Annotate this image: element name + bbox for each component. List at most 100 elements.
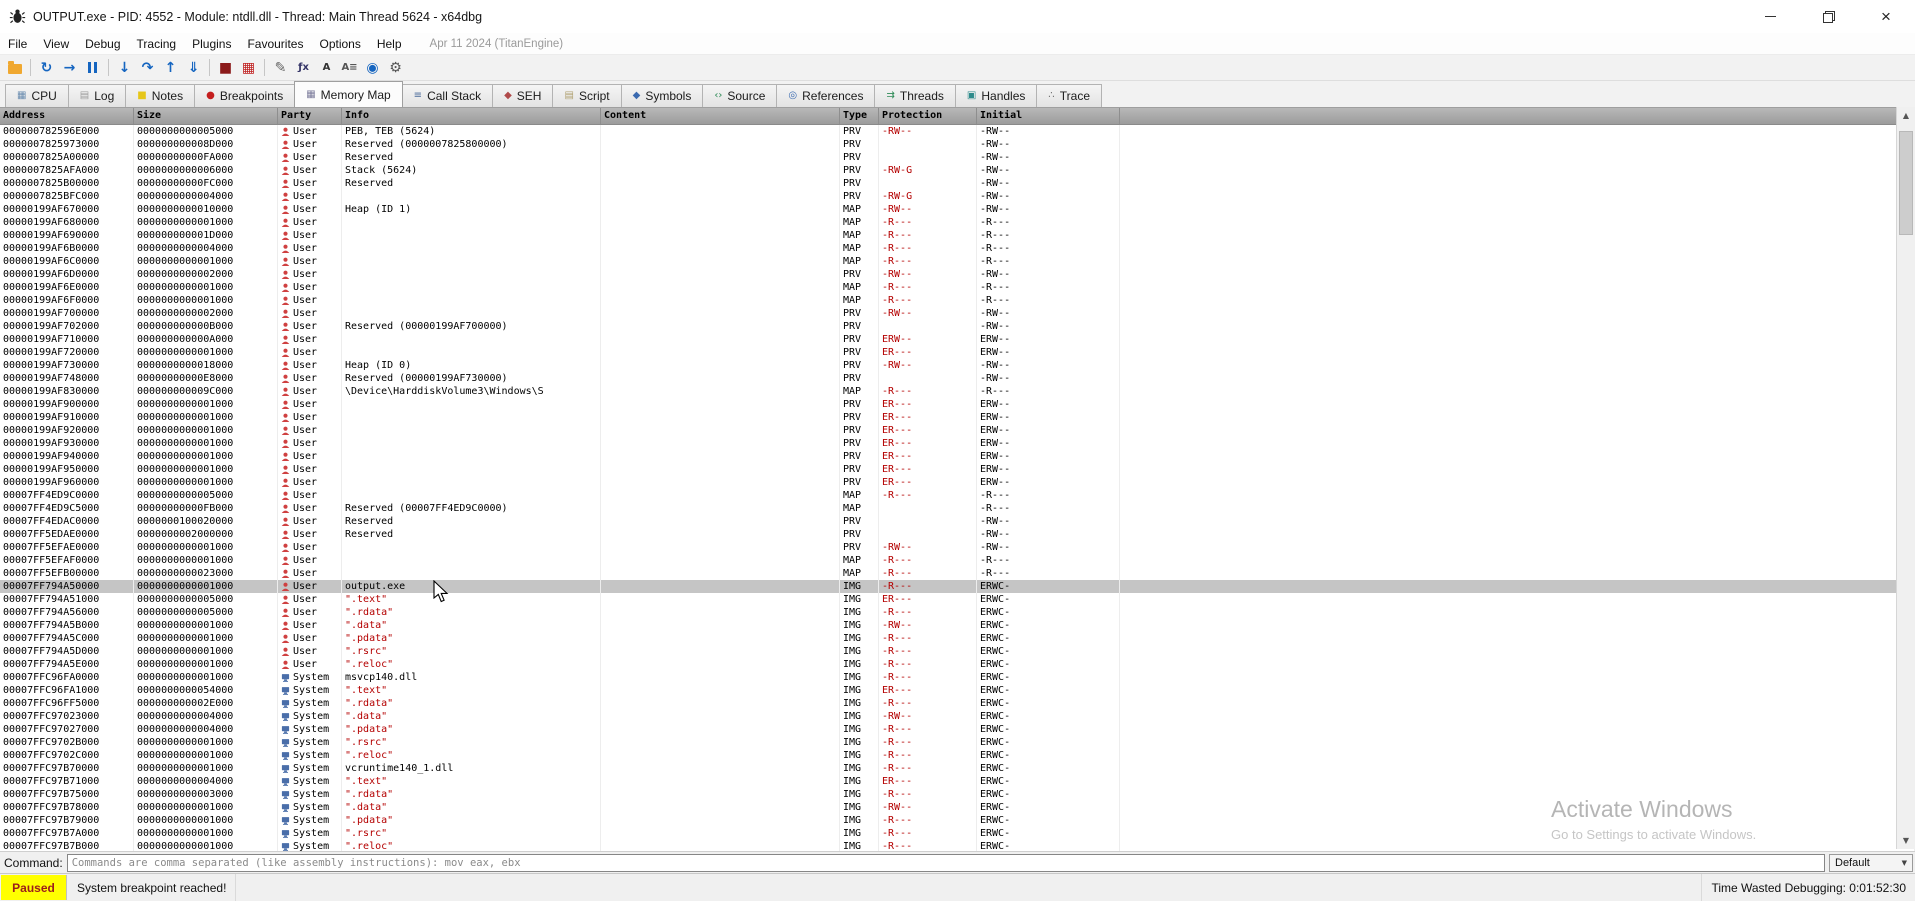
memory-row[interactable]: 00000199AF6E00000000000000001000UserMAP-… [0,281,1915,294]
scrollbar-thumb[interactable] [1899,131,1913,235]
memory-row[interactable]: 0000007825AFA0000000000000006000UserStac… [0,164,1915,177]
tab-trace[interactable]: ∴Trace [1036,84,1102,107]
memory-row[interactable]: 00000199AF6F00000000000000001000UserMAP-… [0,294,1915,307]
menu-debug[interactable]: Debug [77,33,128,54]
command-mode-select[interactable]: Default ▼ [1829,854,1913,872]
column-header-type[interactable]: Type [840,108,879,124]
tab-references[interactable]: ◎References [776,84,875,107]
memory-row[interactable]: 00000199AF74800000000000000E8000UserRese… [0,372,1915,385]
memory-row[interactable]: 00007FF794A5D0000000000000001000User".rs… [0,645,1915,658]
menu-plugins[interactable]: Plugins [184,33,239,54]
stop-debuggee-icon[interactable]: ■ [214,57,237,79]
memory-row[interactable]: 00000199AF9600000000000000001000UserPRVE… [0,476,1915,489]
memory-row[interactable]: 00007FFC97B750000000000000003000System".… [0,788,1915,801]
tab-threads[interactable]: ⇉Threads [874,84,955,107]
preferences-text-icon[interactable]: A≡ [338,57,361,79]
command-input[interactable] [67,854,1825,872]
memory-row[interactable]: 00007FF794A510000000000000005000User".te… [0,593,1915,606]
memory-row[interactable]: 00000199AF710000000000000000A000UserPRVE… [0,333,1915,346]
memory-row[interactable]: 00007FF794A5C0000000000000001000User".pd… [0,632,1915,645]
column-header-info[interactable]: Info [342,108,601,124]
scroll-up-button[interactable]: ▲ [1897,107,1915,124]
run-icon[interactable]: → [58,57,81,79]
memory-row[interactable]: 00007FF4ED9C00000000000000005000UserMAP-… [0,489,1915,502]
memory-row[interactable]: 0000007825A0000000000000000FA000UserRese… [0,151,1915,164]
menu-help[interactable]: Help [369,33,410,54]
tab-symbols[interactable]: ◆Symbols [621,84,704,107]
tab-handles[interactable]: ▣Handles [955,84,1037,107]
scroll-down-button[interactable]: ▼ [1897,832,1915,849]
tab-breakpoints[interactable]: ●Breakpoints [194,84,295,107]
memory-row[interactable]: 00007FF794A5B0000000000000001000User".da… [0,619,1915,632]
memory-row[interactable]: 00007FF5EFAF00000000000000001000UserMAP-… [0,554,1915,567]
memory-row[interactable]: 00000199AF7300000000000000018000UserHeap… [0,359,1915,372]
memory-row[interactable]: 00000199AF7000000000000000002000UserPRV-… [0,307,1915,320]
memory-row[interactable]: 00007FFC97B700000000000000001000Systemvc… [0,762,1915,775]
memory-row[interactable]: 00000199AF9100000000000000001000UserPRVE… [0,411,1915,424]
memory-row[interactable]: 00000199AF6B00000000000000004000UserMAP-… [0,242,1915,255]
memory-row[interactable]: 00007FF5EDAE00000000000002000000UserRese… [0,528,1915,541]
tab-log[interactable]: ▤Log [68,84,126,107]
memory-row[interactable]: 00000199AF6D00000000000000002000UserPRV-… [0,268,1915,281]
memory-row[interactable]: 0000007825B0000000000000000FC000UserRese… [0,177,1915,190]
tab-memory-map[interactable]: ▦Memory Map [294,81,402,107]
memory-row[interactable]: 00000199AF6800000000000000001000UserMAP-… [0,216,1915,229]
memory-row[interactable]: 00007FFC96FA10000000000000054000System".… [0,684,1915,697]
open-file-icon[interactable] [3,57,26,79]
memory-row[interactable]: 00007FF5EFAE00000000000000001000UserPRV-… [0,541,1915,554]
step-into-icon[interactable]: ↓ [113,57,136,79]
menu-file[interactable]: File [0,33,35,54]
memory-row[interactable]: 00000199AF9200000000000000001000UserPRVE… [0,424,1915,437]
menu-options[interactable]: Options [311,33,368,54]
info-icon[interactable]: ◉ [361,57,384,79]
memory-row[interactable]: 00000199AF9500000000000000001000UserPRVE… [0,463,1915,476]
memory-row[interactable]: 000000782596E0000000000000005000UserPEB,… [0,125,1915,138]
memory-row[interactable]: 00007FF794A560000000000000005000User".rd… [0,606,1915,619]
menu-tracing[interactable]: Tracing [129,33,185,54]
memory-row[interactable]: 00000199AF6700000000000000010000UserHeap… [0,203,1915,216]
tab-seh[interactable]: ◆SEH [492,84,553,107]
tab-source[interactable]: ‹›Source [702,84,777,107]
restore-button[interactable] [1799,0,1857,33]
memory-row[interactable]: 00007FFC97B790000000000000001000System".… [0,814,1915,827]
memory-row[interactable]: 00007FFC970230000000000000004000System".… [0,710,1915,723]
pause-icon[interactable] [81,57,104,79]
menu-favourites[interactable]: Favourites [239,33,311,54]
column-header-initial[interactable]: Initial [977,108,1120,124]
memory-row[interactable]: 00007FF4ED9C500000000000000FB000UserRese… [0,502,1915,515]
minimize-button[interactable] [1741,0,1799,33]
memory-row[interactable]: 00007FFC96FA00000000000000001000Systemms… [0,671,1915,684]
memory-row[interactable]: 00000199AF702000000000000000B000UserRese… [0,320,1915,333]
memory-row[interactable]: 00000199AF9400000000000000001000UserPRVE… [0,450,1915,463]
memory-row[interactable]: 00000199AF830000000000000009C000User\Dev… [0,385,1915,398]
memory-row[interactable]: 00007FFC97B780000000000000001000System".… [0,801,1915,814]
close-button[interactable]: × [1857,0,1915,33]
memory-row[interactable]: 00007FF4EDAC00000000000100020000UserRese… [0,515,1915,528]
memory-row[interactable]: 00007FF794A5E0000000000000001000User".re… [0,658,1915,671]
memory-row[interactable]: 00007FF5EFB000000000000000023000UserMAP-… [0,567,1915,580]
memory-row[interactable]: 00007FFC9702C0000000000000001000System".… [0,749,1915,762]
memory-row[interactable]: 00007FFC97B7A0000000000000001000System".… [0,827,1915,840]
memory-row[interactable]: 0000007825973000000000000008D000UserRese… [0,138,1915,151]
step-out-icon[interactable]: ↑ [159,57,182,79]
restart-icon[interactable]: ↻ [35,57,58,79]
vertical-scrollbar[interactable]: ▲ ▼ [1896,107,1915,849]
memory-row-selected[interactable]: 00007FF794A500000000000000001000Useroutp… [0,580,1915,593]
column-header-protection[interactable]: Protection [879,108,977,124]
run-to-user-code-icon[interactable]: ⇓ [182,57,205,79]
memory-row[interactable]: 00000199AF6C00000000000000001000UserMAP-… [0,255,1915,268]
column-header-party[interactable]: Party [278,108,342,124]
settings-gear-icon[interactable]: ⚙ [384,57,407,79]
tab-notes[interactable]: ■Notes [125,84,195,107]
step-over-icon[interactable]: ↷ [136,57,159,79]
column-header-content[interactable]: Content [601,108,840,124]
tab-call-stack[interactable]: ≡Call Stack [402,84,493,107]
tab-cpu[interactable]: ▦CPU [5,84,69,107]
memory-row[interactable]: 00000199AF7200000000000000001000UserPRVE… [0,346,1915,359]
memory-row[interactable]: 00000199AF9000000000000000001000UserPRVE… [0,398,1915,411]
column-header-address[interactable]: Address [0,108,134,124]
menu-view[interactable]: View [35,33,77,54]
memory-row[interactable]: 00007FFC970270000000000000004000System".… [0,723,1915,736]
memory-row[interactable]: 00007FFC96FF5000000000000002E000System".… [0,697,1915,710]
breakpoints-icon[interactable]: ▦ [237,57,260,79]
